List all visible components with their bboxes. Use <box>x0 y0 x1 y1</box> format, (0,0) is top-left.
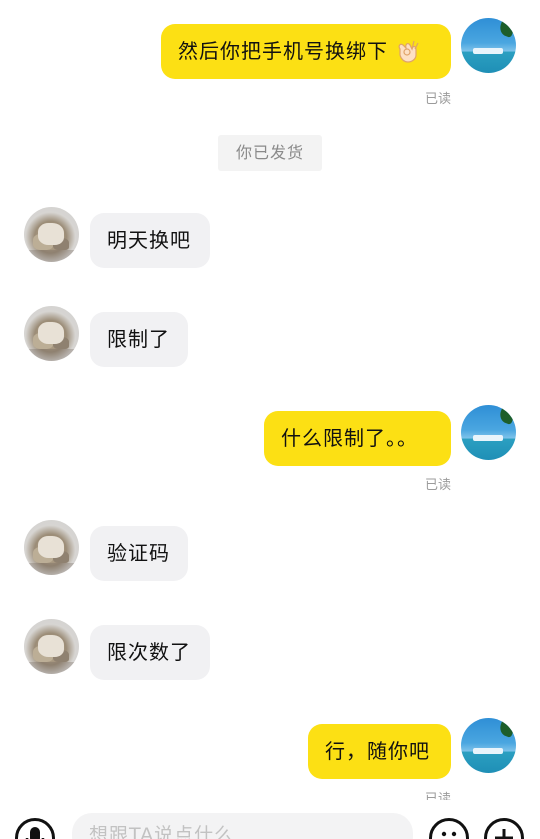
message-bubble-outgoing[interactable]: 什么限制了。。 <box>264 411 451 466</box>
message-bubble-incoming[interactable]: 限次数了 <box>90 625 210 680</box>
contact-avatar[interactable] <box>24 520 79 575</box>
self-avatar[interactable] <box>461 718 516 773</box>
chat-message-list: 然后你把手机号换绑下 已读 你已发货 明天换吧 限制了 什么限制了。。 已读 验… <box>0 0 540 839</box>
message-bubble-incoming[interactable]: 限制了 <box>90 312 188 367</box>
system-notice-shipped: 你已发货 <box>218 135 322 171</box>
message-text: 然后你把手机号换绑下 <box>178 39 388 63</box>
contact-avatar[interactable] <box>24 306 79 361</box>
message-bubble-incoming[interactable]: 验证码 <box>90 526 188 581</box>
smile-icon <box>441 831 457 837</box>
contact-avatar[interactable] <box>24 619 79 674</box>
message-bubble-outgoing[interactable]: 然后你把手机号换绑下 <box>161 24 451 79</box>
emoji-button[interactable] <box>429 818 469 839</box>
message-input[interactable]: 想跟TA说点什么 <box>72 813 413 839</box>
more-actions-button[interactable] <box>484 818 524 839</box>
microphone-icon <box>25 827 45 839</box>
message-bubble-incoming[interactable]: 明天换吧 <box>90 213 210 268</box>
contact-avatar[interactable] <box>24 207 79 262</box>
ok-hand-emoji-icon <box>398 40 419 63</box>
voice-input-button[interactable] <box>15 818 55 839</box>
message-input-bar: 想跟TA说点什么 <box>0 800 540 839</box>
read-receipt: 已读 <box>424 478 451 493</box>
self-avatar[interactable] <box>461 18 516 73</box>
self-avatar[interactable] <box>461 405 516 460</box>
message-bubble-outgoing[interactable]: 行，随你吧 <box>308 724 451 779</box>
read-receipt: 已读 <box>424 92 451 107</box>
plus-icon <box>495 829 513 839</box>
